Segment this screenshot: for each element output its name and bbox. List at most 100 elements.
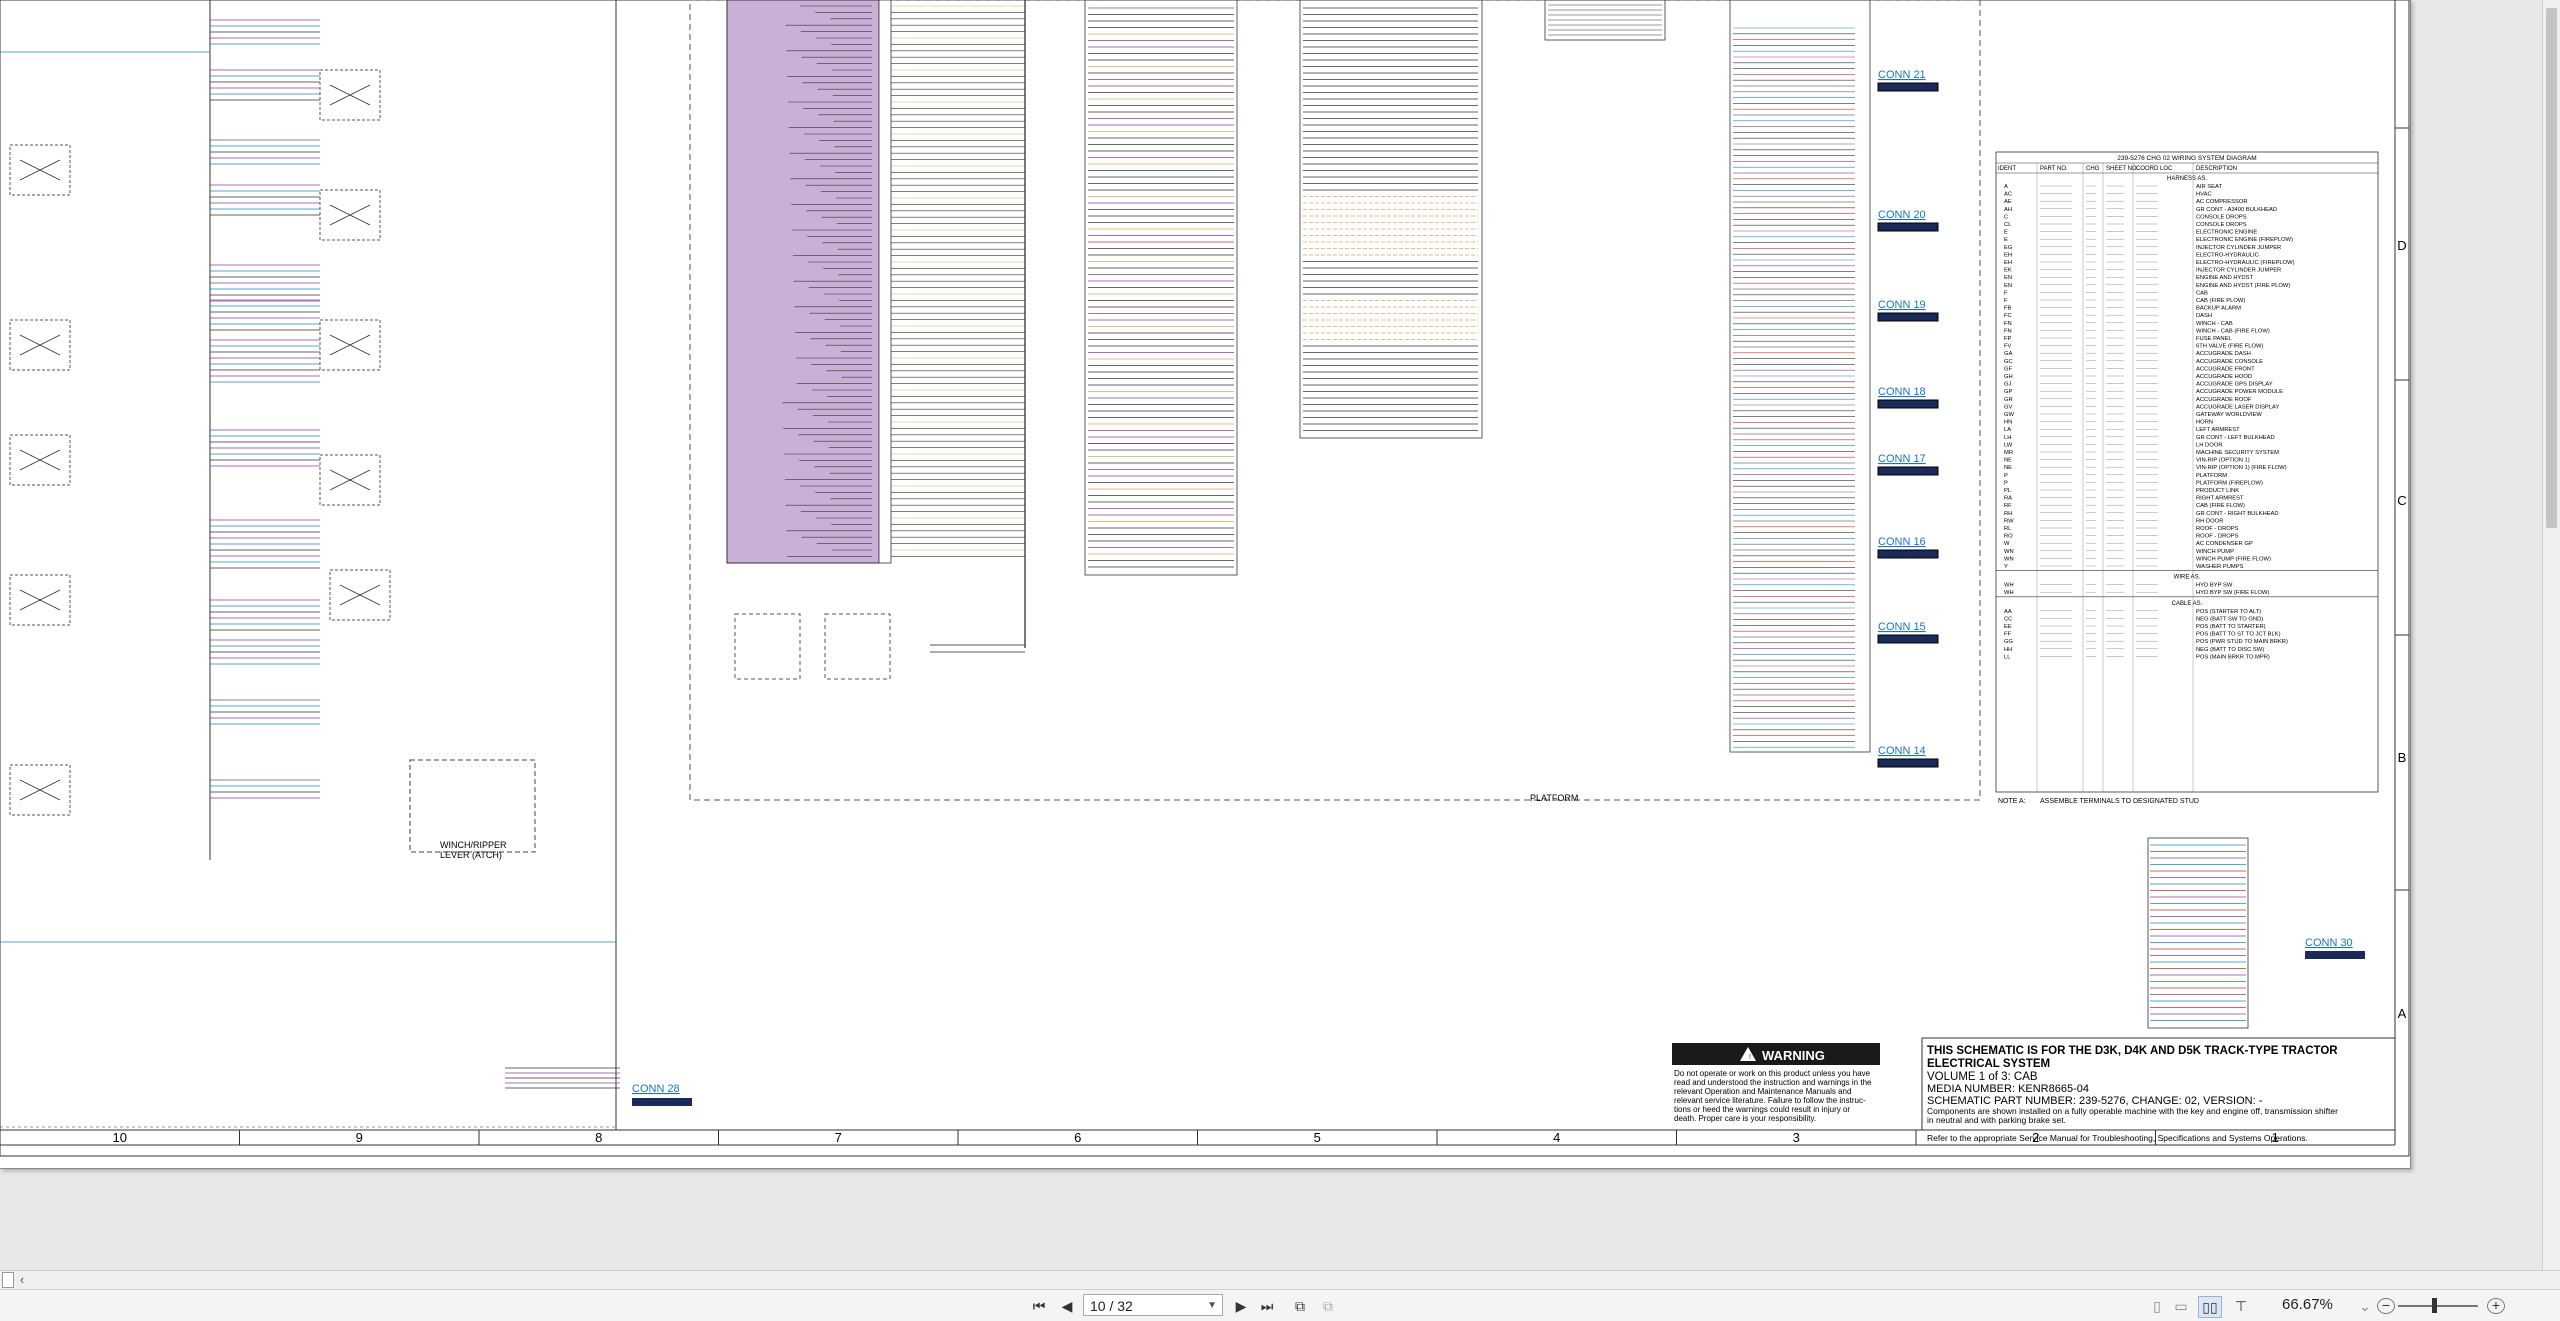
vertical-scrollbar[interactable] xyxy=(2542,0,2560,1270)
connector-label-c20: CONN 20 xyxy=(1878,209,1926,221)
connector-tag xyxy=(1877,549,1939,559)
two-page-view-icon[interactable]: ▯▯ xyxy=(2198,1296,2222,1318)
harness-table-description: AC CONDENSER GP xyxy=(2196,541,2253,547)
warning-line-5: tions or heed the warnings could result … xyxy=(1674,1105,1850,1114)
harness-table-ident: W xyxy=(2004,541,2010,547)
harness-table-description: POS (PWR STUD TO MAIN BRKR) xyxy=(2196,639,2288,645)
harness-table-description: VIN-RIP (OPTION 1) xyxy=(2196,458,2250,464)
first-page-icon[interactable]: ⏮ xyxy=(1030,1296,1048,1316)
harness-table-ident: EE xyxy=(2004,624,2012,630)
wiring-schematic: 10 9 8 7 6 5 4 3 2 1 DCBA PLATFORM CONN 21CONN 20… xyxy=(0,0,2410,1157)
fit-width-icon[interactable]: ⊤ xyxy=(2230,1296,2252,1316)
single-page-view-icon[interactable]: ▯ xyxy=(2148,1296,2166,1316)
harness-table-description: ENGINE AND HYDST xyxy=(2196,275,2253,281)
next-page-icon[interactable]: ▶ xyxy=(1232,1296,1250,1316)
harness-table-description: ACCUGRADE GPS DISPLAY xyxy=(2196,382,2273,388)
harness-table-ident: FB xyxy=(2004,306,2012,312)
notice-line-8: Refer to the appropriate Service Manual … xyxy=(1927,1133,2308,1143)
harness-table-description: GR CONT - RIGHT BULKHEAD xyxy=(2196,511,2279,517)
harness-table-ident: RW xyxy=(2004,518,2014,524)
horizontal-scroll-thumb[interactable] xyxy=(2,1272,14,1288)
harness-table-ident: FN xyxy=(2004,328,2012,334)
column-number: 7 xyxy=(835,1130,842,1145)
page-number-field[interactable]: 10 / 32 ▼ xyxy=(1083,1294,1223,1316)
harness-table-ident: Y xyxy=(2004,564,2008,570)
viewer-toolbar: ⏮ ◀ 10 / 32 ▼ ▶ ⏭ ⧉ ⧉ ▯ ▭ ▯▯ ⊤ 66.67% ⌄ … xyxy=(0,1289,2560,1321)
harness-table-section: HARNESS AS. xyxy=(2167,176,2207,182)
zoom-slider-track[interactable] xyxy=(2398,1305,2478,1307)
harness-table-ident: EH xyxy=(2004,252,2012,258)
scroll-left-arrow-icon[interactable]: ‹ xyxy=(14,1272,30,1288)
harness-table-section: CABLE AS. xyxy=(2172,601,2203,607)
page-dropdown-icon[interactable]: ▼ xyxy=(1207,1295,1217,1317)
harness-table: 239-5276 CHG 02 WIRING SYSTEM DIAGRAM IDE… xyxy=(1995,151,2379,793)
harness-table-ident: E xyxy=(2004,230,2008,236)
harness-table-ident: NE xyxy=(2004,465,2012,471)
continuous-view-icon[interactable]: ▭ xyxy=(2172,1296,2190,1316)
zoom-in-icon[interactable]: + xyxy=(2487,1298,2505,1314)
zoom-level[interactable]: 66.67% xyxy=(2282,1296,2333,1313)
last-page-icon[interactable]: ⏭ xyxy=(1258,1296,1276,1316)
harness-table-description: HVAC xyxy=(2196,192,2212,198)
harness-table-description: ACCUGRADE ROOF xyxy=(2196,397,2252,403)
harness-table-ident: GA xyxy=(2004,351,2013,357)
zoom-out-icon[interactable]: − xyxy=(2377,1298,2395,1314)
harness-table-description: INJECTOR CYLINDER JUMPER xyxy=(2196,245,2281,251)
harness-table-ident: LW xyxy=(2004,442,2013,448)
terminal-strip xyxy=(878,0,892,564)
harness-table-ident: FC xyxy=(2004,313,2012,319)
harness-table-ident: GV xyxy=(2004,404,2013,410)
harness-table-header: PART NO. xyxy=(2040,166,2068,172)
harness-table-description: WINCH PUMP xyxy=(2196,549,2234,555)
harness-table-description: RIGHT ARMREST xyxy=(2196,496,2244,502)
column-number: 8 xyxy=(595,1130,602,1145)
strap-ground-box xyxy=(734,613,801,680)
row-letter: C xyxy=(2397,493,2406,508)
harness-table-description: ACCUGRADE CONSOLE xyxy=(2196,359,2263,365)
harness-table-ident: AA xyxy=(2004,609,2012,615)
harness-table-description: VIN-RIP (OPTION 1) (FIRE FLOW) xyxy=(2196,465,2287,471)
harness-table-description: PLATFORM xyxy=(2196,473,2227,479)
harness-table-description: ELECTRO-HYDRAULIC (FIREPLOW) xyxy=(2196,260,2295,266)
svg-text:!: ! xyxy=(1749,1054,1751,1061)
harness-table-ident: HH xyxy=(2004,647,2012,653)
harness-table-description: ROOF - DROPS xyxy=(2196,526,2239,532)
column-number: 4 xyxy=(1553,1130,1560,1145)
harness-table-description: DASH xyxy=(2196,313,2212,319)
connector-tag xyxy=(1877,634,1939,644)
zoom-dropdown-icon[interactable]: ⌄ xyxy=(2358,1296,2372,1316)
harness-table-description: AIR SEAT xyxy=(2196,184,2222,190)
column-number: 6 xyxy=(1074,1130,1081,1145)
paste-page-icon[interactable]: ⧉ xyxy=(1318,1296,1338,1316)
schematic-title-block: THIS SCHEMATIC IS FOR THE D3K, D4K AND D… xyxy=(1921,1037,2396,1143)
column-number: 9 xyxy=(356,1130,363,1145)
zoom-slider-thumb[interactable] xyxy=(2432,1298,2437,1313)
harness-table-ident: C xyxy=(2004,214,2008,220)
vertical-scroll-thumb[interactable] xyxy=(2546,8,2557,528)
notice-line-3: VOLUME 1 of 3: CAB xyxy=(1927,1071,2038,1083)
harness-table-ident: MR xyxy=(2004,450,2013,456)
harness-table-ident: FV xyxy=(2004,344,2012,350)
harness-table-ident: EH xyxy=(2004,260,2012,266)
row-letter: A xyxy=(2398,1006,2407,1021)
harness-table-ident: GJ xyxy=(2004,382,2012,388)
harness-table-description: ACCUGRADE LASER DISPLAY xyxy=(2196,404,2279,410)
horizontal-scrollbar[interactable]: ‹ xyxy=(0,1270,2560,1289)
harness-table-ident: P xyxy=(2004,480,2008,486)
previous-page-icon[interactable]: ◀ xyxy=(1058,1296,1076,1316)
harness-table-ident: FN xyxy=(2004,321,2012,327)
connector-label-c21: CONN 21 xyxy=(1878,69,1926,81)
harness-table-ident: RL xyxy=(2004,526,2012,532)
harness-table-description: PRODUCT LINK xyxy=(2196,488,2239,494)
harness-table-ident: EN xyxy=(2004,275,2012,281)
harness-table-ident: CC xyxy=(2004,616,2012,622)
harness-table-ident: A xyxy=(2004,184,2008,190)
harness-table-ident: GG xyxy=(2004,639,2014,645)
copy-page-icon[interactable]: ⧉ xyxy=(1290,1296,1310,1316)
harness-table-ident: EG xyxy=(2004,245,2013,251)
harness-table-description: POS (BATT TO STARTER) xyxy=(2196,624,2266,630)
harness-table-title: 239-5276 CHG 02 WIRING SYSTEM DIAGRAM xyxy=(2117,155,2256,162)
connector-tag xyxy=(1877,222,1939,232)
harness-table-ident: HN xyxy=(2004,420,2012,426)
harness-table-description: HORN xyxy=(2196,420,2213,426)
